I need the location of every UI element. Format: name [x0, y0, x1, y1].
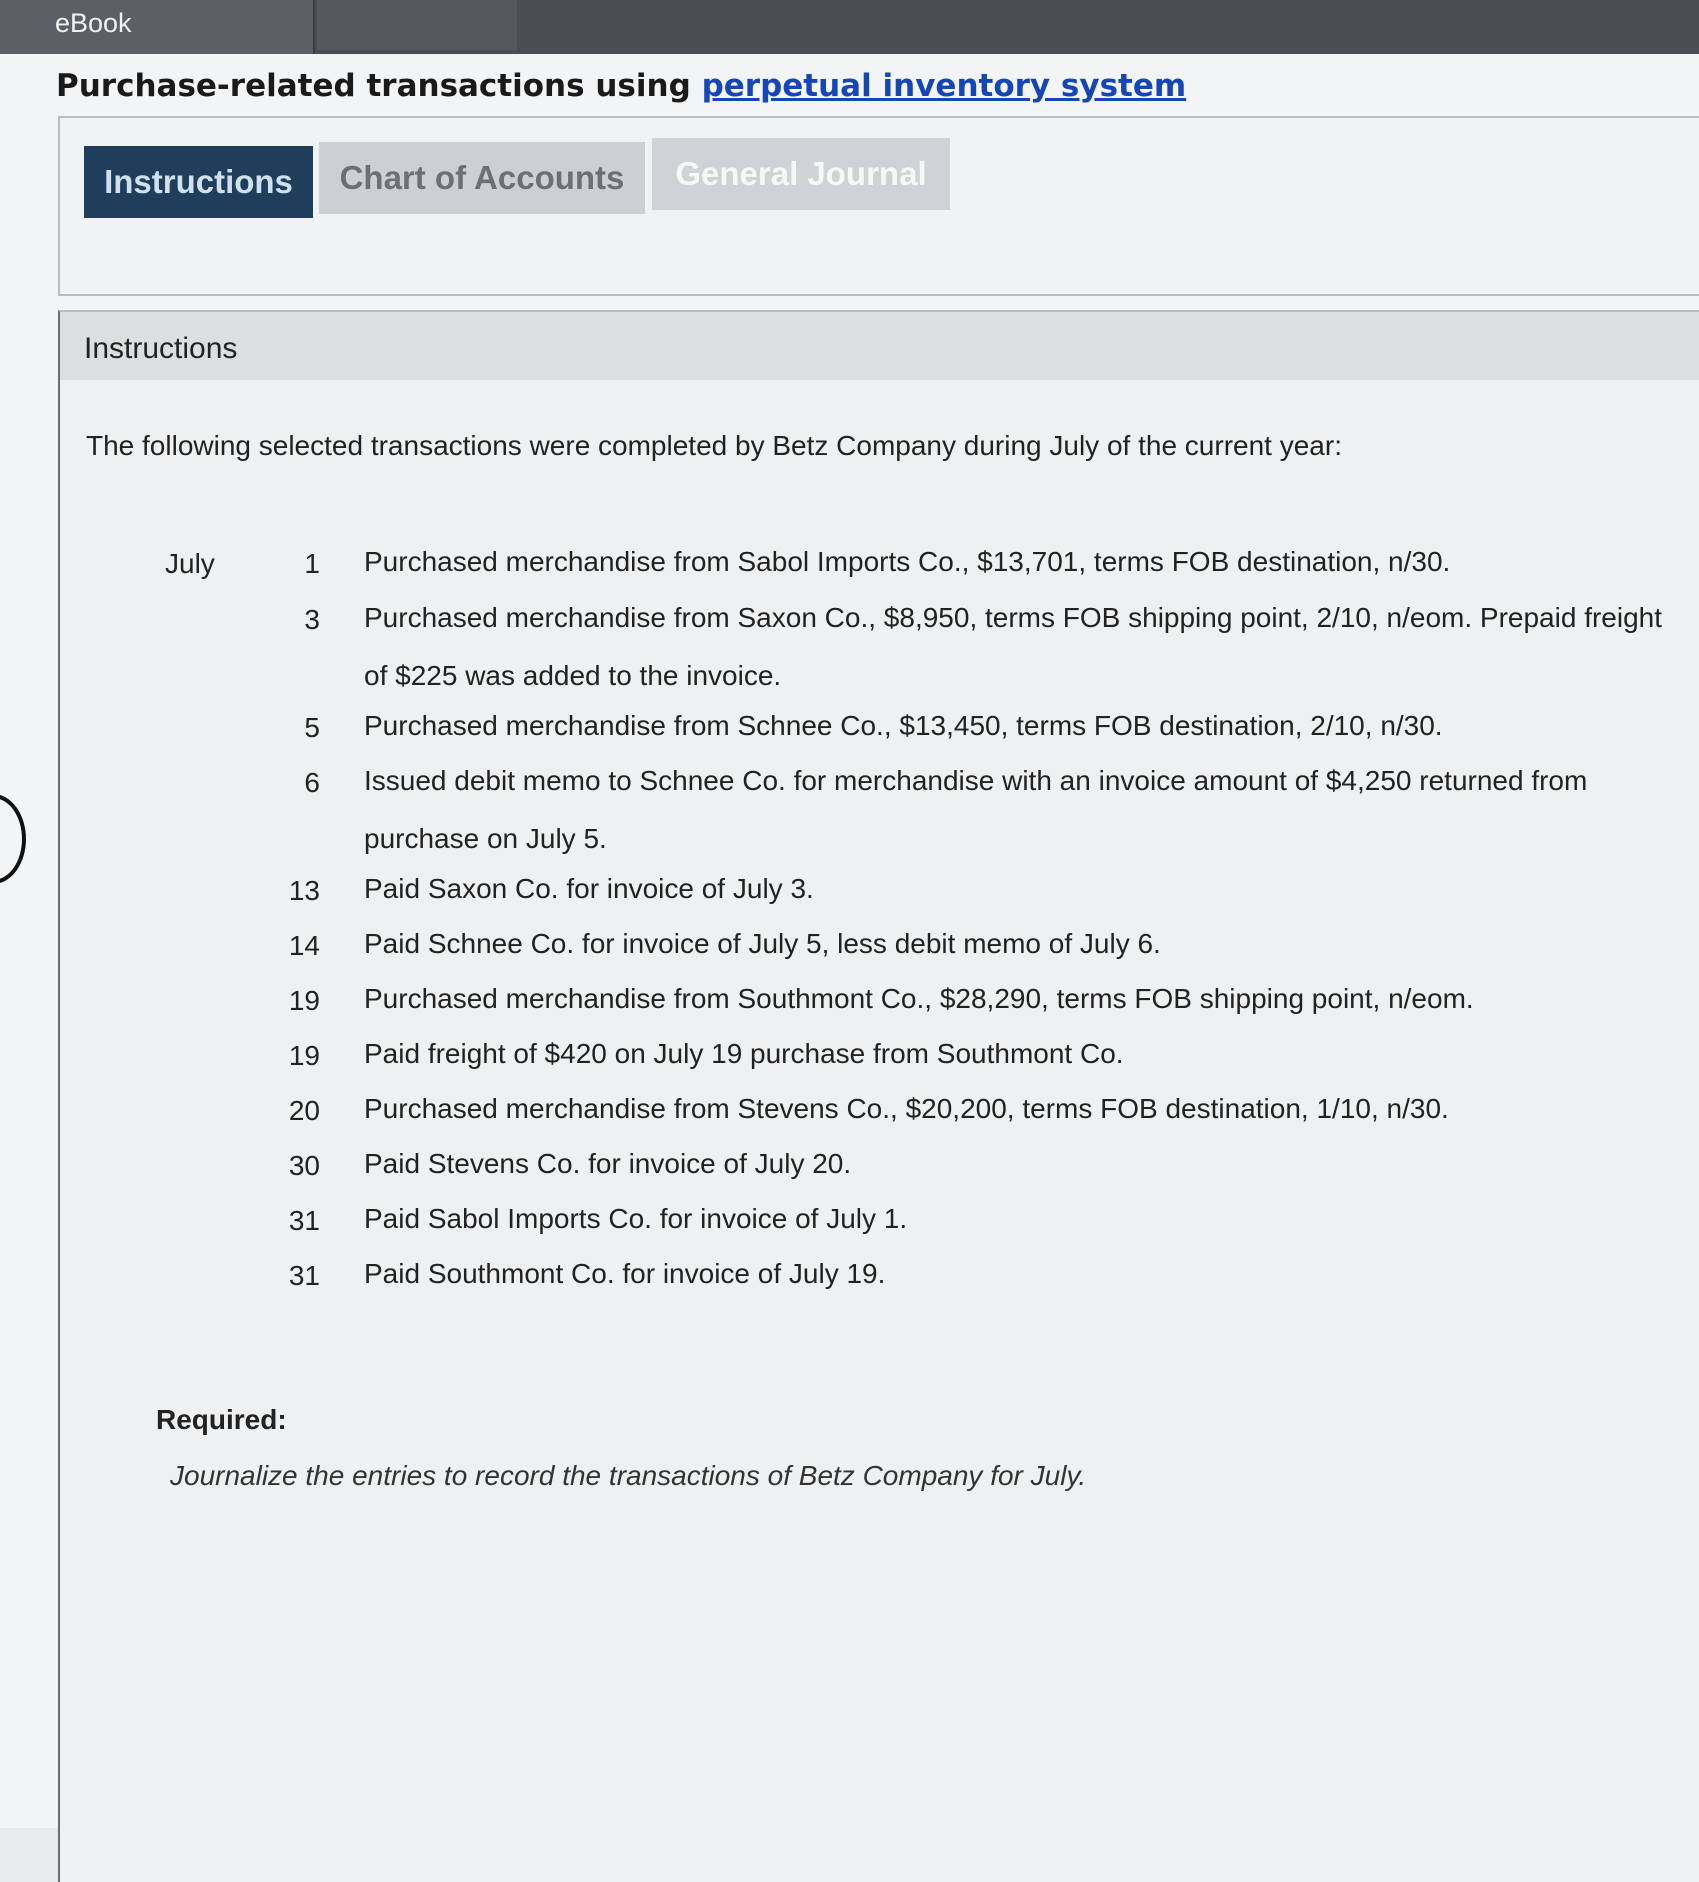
transaction-text: Paid Southmont Co. for invoice of July 1…	[364, 1258, 886, 1289]
transaction-day: 14	[288, 930, 320, 961]
instructions-intro: The following selected transactions were…	[86, 430, 1342, 461]
ebook-label: eBook	[55, 8, 132, 38]
transaction-text: Paid freight of $420 on July 19 purchase…	[364, 1038, 1124, 1069]
tab-chart-of-accounts[interactable]: Chart of Accounts	[319, 142, 645, 214]
instructions-heading: Instructions	[84, 332, 238, 365]
transaction-day: 19	[288, 1040, 320, 1071]
instructions-panel-header: Instructions	[60, 312, 1699, 380]
transaction-day: 5	[304, 712, 320, 743]
transaction-text: Purchased merchandise from Saxon Co., $8…	[364, 602, 1663, 691]
scroll-handle-arc	[0, 794, 26, 884]
transaction-text: Paid Schnee Co. for invoice of July 5, l…	[364, 928, 1161, 959]
transaction-text: Paid Sabol Imports Co. for invoice of Ju…	[364, 1203, 908, 1234]
transaction-month: July	[165, 548, 215, 579]
transaction-day: 30	[288, 1150, 320, 1181]
transaction-day: 20	[288, 1095, 320, 1126]
transaction-text: Issued debit memo to Schnee Co. for merc…	[364, 765, 1588, 854]
page-title-prefix: Purchase-related transactions using	[56, 68, 702, 104]
transaction-day: 3	[304, 604, 320, 635]
transaction-text: Purchased merchandise from Southmont Co.…	[364, 983, 1474, 1014]
perpetual-inventory-link[interactable]: perpetual inventory system	[702, 68, 1187, 104]
required-label: Required:	[156, 1404, 287, 1435]
transaction-day: 1	[304, 548, 320, 579]
transaction-day: 19	[288, 985, 320, 1016]
tab-general-journal[interactable]: General Journal	[652, 138, 950, 210]
page: Purchase-related transactions using perp…	[0, 54, 1699, 1882]
transaction-text: Purchased merchandise from Stevens Co., …	[364, 1093, 1449, 1124]
transaction-text: Purchased merchandise from Sabol Imports…	[364, 546, 1451, 577]
ebook-tab[interactable]: eBook	[0, 0, 315, 54]
transaction-day: 6	[304, 767, 320, 798]
tab-instructions[interactable]: Instructions	[84, 146, 313, 218]
transaction-text: Purchased merchandise from Schnee Co., $…	[364, 710, 1443, 741]
instructions-panel: Instructions The following selected tran…	[58, 310, 1699, 1882]
top-bar: eBook	[0, 0, 1699, 54]
page-title: Purchase-related transactions using perp…	[56, 68, 1186, 104]
transaction-day: 31	[288, 1260, 320, 1291]
required-text: Journalize the entries to record the tra…	[170, 1460, 1087, 1491]
transaction-text: Paid Saxon Co. for invoice of July 3.	[364, 873, 814, 904]
transaction-text: Paid Stevens Co. for invoice of July 20.	[364, 1148, 852, 1179]
transaction-day: 13	[288, 875, 320, 906]
top-tab-secondary[interactable]	[317, 0, 517, 50]
transaction-day: 31	[288, 1205, 320, 1236]
